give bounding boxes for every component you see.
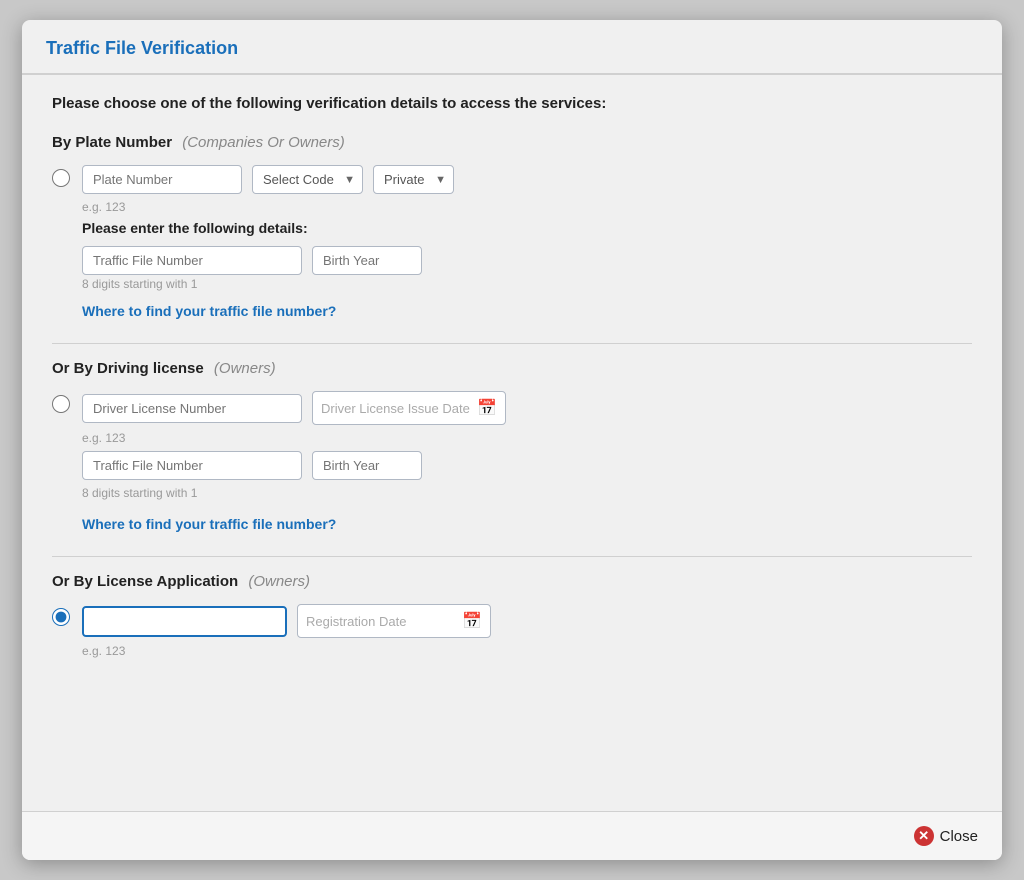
plate-hint: e.g. 123 <box>82 200 972 214</box>
plate-number-radio-row: Select Code ▼ Private ▼ e.g. 123 <box>52 165 972 214</box>
driving-license-inputs-row: Driver License Issue Date 📅 <box>82 391 972 425</box>
traffic-type-dropdown[interactable]: Private <box>373 165 454 194</box>
modal-footer: ✕ Close <box>22 811 1002 860</box>
plate-number-inputs-row: Select Code ▼ Private ▼ <box>82 165 972 194</box>
license-application-radio-row: Registration Date 📅 e.g. 123 <box>52 604 972 658</box>
select-code-wrapper: Select Code ▼ <box>252 165 363 194</box>
divider-2 <box>52 556 972 557</box>
modal-header: Traffic File Verification <box>22 20 1002 75</box>
close-label: Close <box>940 828 978 845</box>
driver-license-number-input[interactable] <box>82 394 302 423</box>
plate-details-block: Please enter the following details: 8 di… <box>82 220 972 323</box>
driving-traffic-file-hint: 8 digits starting with 1 <box>82 486 972 500</box>
driver-issue-date-calendar-icon[interactable]: 📅 <box>477 398 497 418</box>
driving-find-file-link[interactable]: Where to find your traffic file number? <box>82 516 972 532</box>
plate-birth-year-input[interactable] <box>312 246 422 275</box>
driver-issue-date-label: Driver License Issue Date <box>321 401 471 416</box>
modal-title: Traffic File Verification <box>46 38 238 58</box>
plate-number-input[interactable] <box>82 165 242 194</box>
close-button[interactable]: ✕ Close <box>914 826 978 846</box>
divider-1 <box>52 343 972 344</box>
close-icon: ✕ <box>914 826 934 846</box>
traffic-type-wrapper: Private ▼ <box>373 165 454 194</box>
license-app-hint: e.g. 123 <box>82 644 972 658</box>
driving-birth-year-input[interactable] <box>312 451 422 480</box>
driving-license-fields: Driver License Issue Date 📅 e.g. 123 8 d… <box>82 391 972 536</box>
plate-number-section: By Plate Number (Companies Or Owners) Se… <box>52 134 972 323</box>
driving-license-radio-row: Driver License Issue Date 📅 e.g. 123 8 d… <box>52 391 972 536</box>
license-application-title: Or By License Application (Owners) <box>52 573 972 590</box>
reg-date-calendar-icon[interactable]: 📅 <box>462 611 482 631</box>
plate-number-radio[interactable] <box>52 169 70 187</box>
modal-body: Please choose one of the following verif… <box>22 75 1002 811</box>
modal: Traffic File Verification Please choose … <box>22 20 1002 860</box>
plate-traffic-file-input[interactable] <box>82 246 302 275</box>
license-application-radio[interactable] <box>52 608 70 626</box>
select-code-dropdown[interactable]: Select Code <box>252 165 363 194</box>
plate-birth-year-group <box>312 246 422 275</box>
driving-file-row <box>82 451 972 480</box>
license-application-fields: Registration Date 📅 e.g. 123 <box>82 604 972 658</box>
plate-find-file-link[interactable]: Where to find your traffic file number? <box>82 303 336 319</box>
driving-license-section-title: Or By Driving license (Owners) <box>52 360 972 377</box>
license-application-section: Or By License Application (Owners) Regis… <box>52 573 972 658</box>
plate-number-section-title: By Plate Number (Companies Or Owners) <box>52 134 972 151</box>
plate-traffic-file-group <box>82 246 302 275</box>
driving-traffic-file-input[interactable] <box>82 451 302 480</box>
reg-date-wrapper: Registration Date 📅 <box>297 604 491 638</box>
plate-traffic-file-hint: 8 digits starting with 1 <box>82 277 197 291</box>
driver-issue-date-wrapper: Driver License Issue Date 📅 <box>312 391 506 425</box>
enter-details-title: Please enter the following details: <box>82 220 972 236</box>
intro-text: Please choose one of the following verif… <box>52 95 972 112</box>
driver-hint: e.g. 123 <box>82 431 972 445</box>
plate-file-row <box>82 246 972 275</box>
license-application-inputs-row: Registration Date 📅 <box>82 604 972 638</box>
reg-date-label: Registration Date <box>306 614 456 629</box>
driving-license-radio[interactable] <box>52 395 70 413</box>
plate-number-fields: Select Code ▼ Private ▼ e.g. 123 <box>82 165 972 214</box>
driving-license-section: Or By Driving license (Owners) Driver Li… <box>52 360 972 536</box>
license-application-number-input[interactable] <box>82 606 287 637</box>
